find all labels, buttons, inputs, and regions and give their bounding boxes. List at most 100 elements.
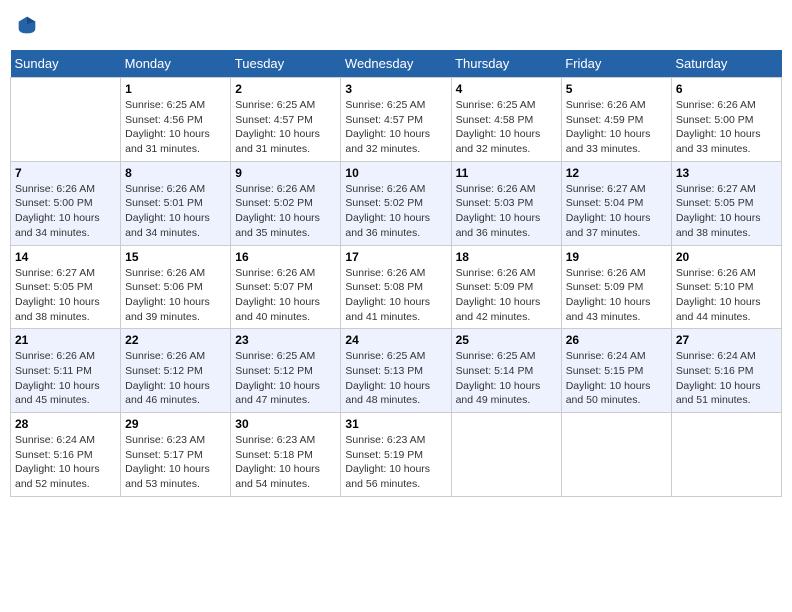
day-number: 8 xyxy=(125,166,226,180)
weekday-header-monday: Monday xyxy=(121,50,231,78)
calendar-cell: 10 Sunrise: 6:26 AMSunset: 5:02 PMDayligh… xyxy=(341,161,451,245)
day-info: Sunrise: 6:25 AMSunset: 4:57 PMDaylight:… xyxy=(345,98,446,157)
day-info: Sunrise: 6:26 AMSunset: 5:11 PMDaylight:… xyxy=(15,349,116,408)
day-info: Sunrise: 6:26 AMSunset: 5:00 PMDaylight:… xyxy=(15,182,116,241)
weekday-header-thursday: Thursday xyxy=(451,50,561,78)
day-number: 14 xyxy=(15,250,116,264)
day-number: 16 xyxy=(235,250,336,264)
day-number: 25 xyxy=(456,333,557,347)
day-info: Sunrise: 6:27 AMSunset: 5:05 PMDaylight:… xyxy=(15,266,116,325)
calendar-cell: 8 Sunrise: 6:26 AMSunset: 5:01 PMDaylight… xyxy=(121,161,231,245)
day-number: 17 xyxy=(345,250,446,264)
day-info: Sunrise: 6:25 AMSunset: 5:14 PMDaylight:… xyxy=(456,349,557,408)
calendar-cell: 6 Sunrise: 6:26 AMSunset: 5:00 PMDaylight… xyxy=(671,78,781,162)
calendar-cell: 2 Sunrise: 6:25 AMSunset: 4:57 PMDaylight… xyxy=(231,78,341,162)
day-number: 18 xyxy=(456,250,557,264)
day-info: Sunrise: 6:26 AMSunset: 5:07 PMDaylight:… xyxy=(235,266,336,325)
day-info: Sunrise: 6:26 AMSunset: 5:12 PMDaylight:… xyxy=(125,349,226,408)
calendar-cell: 12 Sunrise: 6:27 AMSunset: 5:04 PMDayligh… xyxy=(561,161,671,245)
day-number: 13 xyxy=(676,166,777,180)
calendar-cell: 26 Sunrise: 6:24 AMSunset: 5:15 PMDayligh… xyxy=(561,329,671,413)
day-info: Sunrise: 6:24 AMSunset: 5:16 PMDaylight:… xyxy=(676,349,777,408)
calendar-cell xyxy=(451,413,561,497)
day-number: 6 xyxy=(676,82,777,96)
day-info: Sunrise: 6:26 AMSunset: 5:01 PMDaylight:… xyxy=(125,182,226,241)
day-info: Sunrise: 6:27 AMSunset: 5:04 PMDaylight:… xyxy=(566,182,667,241)
calendar-cell: 16 Sunrise: 6:26 AMSunset: 5:07 PMDayligh… xyxy=(231,245,341,329)
calendar-cell: 18 Sunrise: 6:26 AMSunset: 5:09 PMDayligh… xyxy=(451,245,561,329)
day-info: Sunrise: 6:25 AMSunset: 5:12 PMDaylight:… xyxy=(235,349,336,408)
calendar-cell: 17Sunrise: 6:26 AMSunset: 5:08 PMDayligh… xyxy=(341,245,451,329)
weekday-header-wednesday: Wednesday xyxy=(341,50,451,78)
calendar-cell: 29 Sunrise: 6:23 AMSunset: 5:17 PMDayligh… xyxy=(121,413,231,497)
calendar-cell xyxy=(671,413,781,497)
calendar-cell: 24Sunrise: 6:25 AMSunset: 5:13 PMDayligh… xyxy=(341,329,451,413)
calendar-cell: 22 Sunrise: 6:26 AMSunset: 5:12 PMDayligh… xyxy=(121,329,231,413)
day-number: 19 xyxy=(566,250,667,264)
day-info: Sunrise: 6:27 AMSunset: 5:05 PMDaylight:… xyxy=(676,182,777,241)
logo-icon xyxy=(17,15,37,35)
calendar-cell: 4 Sunrise: 6:25 AMSunset: 4:58 PMDaylight… xyxy=(451,78,561,162)
calendar-cell: 27 Sunrise: 6:24 AMSunset: 5:16 PMDayligh… xyxy=(671,329,781,413)
day-number: 26 xyxy=(566,333,667,347)
day-number: 15 xyxy=(125,250,226,264)
weekday-header-sunday: Sunday xyxy=(11,50,121,78)
calendar-cell xyxy=(561,413,671,497)
day-info: Sunrise: 6:26 AMSunset: 5:03 PMDaylight:… xyxy=(456,182,557,241)
day-info: Sunrise: 6:26 AMSunset: 5:10 PMDaylight:… xyxy=(676,266,777,325)
day-number: 5 xyxy=(566,82,667,96)
day-number: 1 xyxy=(125,82,226,96)
calendar-table: SundayMondayTuesdayWednesdayThursdayFrid… xyxy=(10,50,782,497)
day-number: 12 xyxy=(566,166,667,180)
day-number: 2 xyxy=(235,82,336,96)
weekday-header-tuesday: Tuesday xyxy=(231,50,341,78)
day-info: Sunrise: 6:26 AMSunset: 5:02 PMDaylight:… xyxy=(345,182,446,241)
day-info: Sunrise: 6:25 AMSunset: 4:57 PMDaylight:… xyxy=(235,98,336,157)
calendar-cell: 3 Sunrise: 6:25 AMSunset: 4:57 PMDaylight… xyxy=(341,78,451,162)
day-number: 4 xyxy=(456,82,557,96)
calendar-week-row: 1 Sunrise: 6:25 AMSunset: 4:56 PMDaylight… xyxy=(11,78,782,162)
day-number: 22 xyxy=(125,333,226,347)
day-info: Sunrise: 6:26 AMSunset: 5:02 PMDaylight:… xyxy=(235,182,336,241)
calendar-cell: 28Sunrise: 6:24 AMSunset: 5:16 PMDayligh… xyxy=(11,413,121,497)
calendar-cell: 14 Sunrise: 6:27 AMSunset: 5:05 PMDayligh… xyxy=(11,245,121,329)
calendar-cell: 25 Sunrise: 6:25 AMSunset: 5:14 PMDayligh… xyxy=(451,329,561,413)
day-info: Sunrise: 6:26 AMSunset: 5:00 PMDaylight:… xyxy=(676,98,777,157)
weekday-header-saturday: Saturday xyxy=(671,50,781,78)
day-number: 24 xyxy=(345,333,446,347)
calendar-cell: 30 Sunrise: 6:23 AMSunset: 5:18 PMDayligh… xyxy=(231,413,341,497)
calendar-cell: 1 Sunrise: 6:25 AMSunset: 4:56 PMDaylight… xyxy=(121,78,231,162)
day-info: Sunrise: 6:26 AMSunset: 5:09 PMDaylight:… xyxy=(456,266,557,325)
day-number: 23 xyxy=(235,333,336,347)
day-number: 11 xyxy=(456,166,557,180)
calendar-cell: 31 Sunrise: 6:23 AMSunset: 5:19 PMDayligh… xyxy=(341,413,451,497)
day-info: Sunrise: 6:26 AMSunset: 5:06 PMDaylight:… xyxy=(125,266,226,325)
calendar-cell: 23 Sunrise: 6:25 AMSunset: 5:12 PMDayligh… xyxy=(231,329,341,413)
calendar-cell: 5Sunrise: 6:26 AMSunset: 4:59 PMDaylight… xyxy=(561,78,671,162)
calendar-cell: 7Sunrise: 6:26 AMSunset: 5:00 PMDaylight… xyxy=(11,161,121,245)
day-number: 27 xyxy=(676,333,777,347)
day-number: 31 xyxy=(345,417,446,431)
calendar-cell: 15 Sunrise: 6:26 AMSunset: 5:06 PMDayligh… xyxy=(121,245,231,329)
day-info: Sunrise: 6:24 AMSunset: 5:16 PMDaylight:… xyxy=(15,433,116,492)
day-number: 9 xyxy=(235,166,336,180)
day-number: 29 xyxy=(125,417,226,431)
day-number: 10 xyxy=(345,166,446,180)
calendar-cell xyxy=(11,78,121,162)
day-info: Sunrise: 6:23 AMSunset: 5:17 PMDaylight:… xyxy=(125,433,226,492)
day-info: Sunrise: 6:23 AMSunset: 5:18 PMDaylight:… xyxy=(235,433,336,492)
calendar-cell: 21 Sunrise: 6:26 AMSunset: 5:11 PMDayligh… xyxy=(11,329,121,413)
day-info: Sunrise: 6:25 AMSunset: 4:58 PMDaylight:… xyxy=(456,98,557,157)
calendar-week-row: 7Sunrise: 6:26 AMSunset: 5:00 PMDaylight… xyxy=(11,161,782,245)
day-info: Sunrise: 6:23 AMSunset: 5:19 PMDaylight:… xyxy=(345,433,446,492)
day-number: 3 xyxy=(345,82,446,96)
calendar-cell: 19Sunrise: 6:26 AMSunset: 5:09 PMDayligh… xyxy=(561,245,671,329)
weekday-header-friday: Friday xyxy=(561,50,671,78)
day-number: 30 xyxy=(235,417,336,431)
day-number: 21 xyxy=(15,333,116,347)
calendar-cell: 20Sunrise: 6:26 AMSunset: 5:10 PMDayligh… xyxy=(671,245,781,329)
day-info: Sunrise: 6:25 AMSunset: 4:56 PMDaylight:… xyxy=(125,98,226,157)
calendar-cell: 11 Sunrise: 6:26 AMSunset: 5:03 PMDayligh… xyxy=(451,161,561,245)
day-info: Sunrise: 6:24 AMSunset: 5:15 PMDaylight:… xyxy=(566,349,667,408)
weekday-header-row: SundayMondayTuesdayWednesdayThursdayFrid… xyxy=(11,50,782,78)
